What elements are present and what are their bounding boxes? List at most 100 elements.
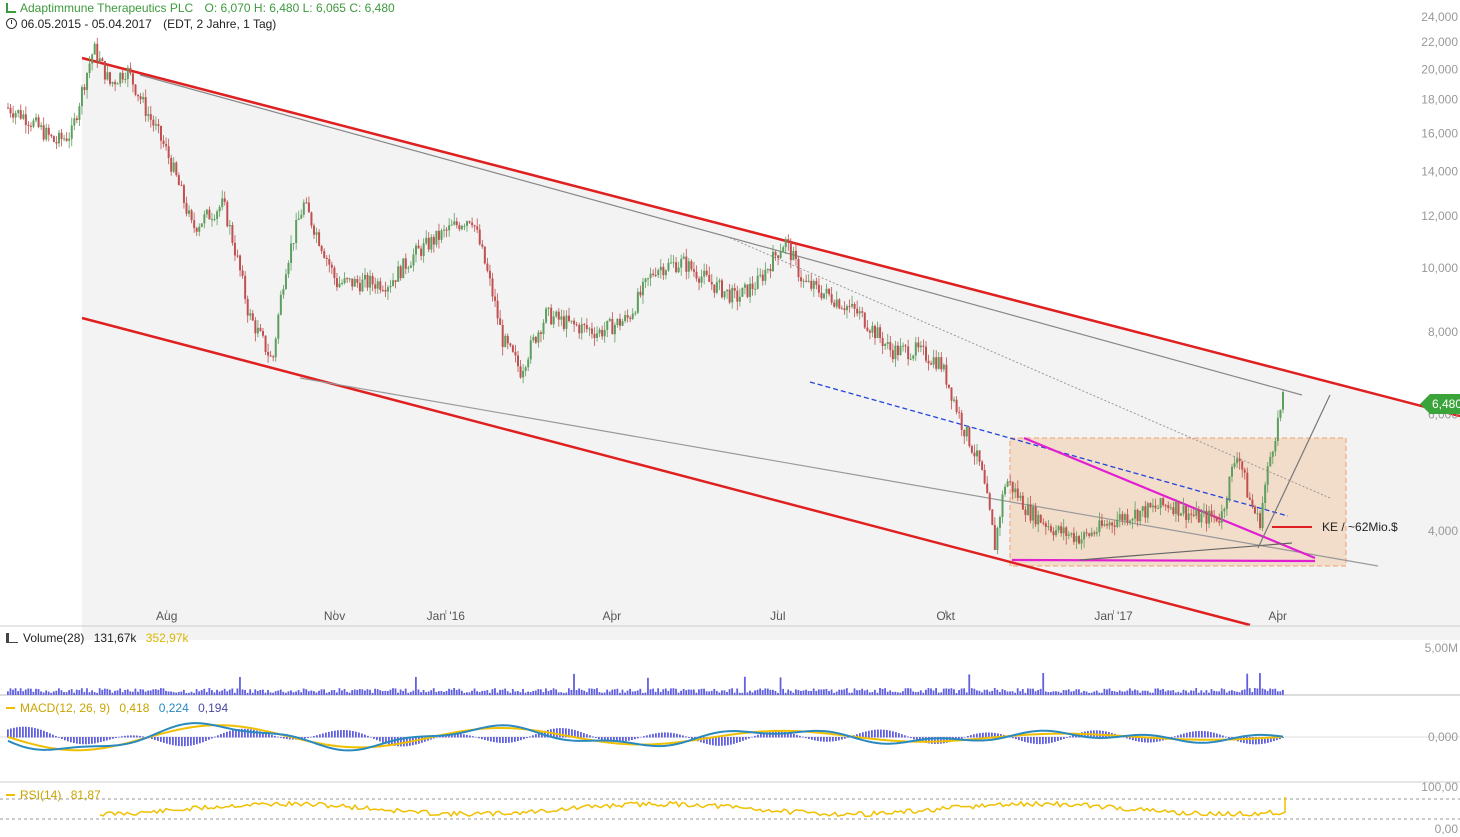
- candle-body: [335, 278, 338, 288]
- candle-body: [1172, 507, 1175, 514]
- macd-hist-bar: [976, 733, 978, 738]
- volume-bar: [157, 689, 160, 695]
- volume-bar: [14, 688, 17, 695]
- candle-body: [60, 132, 63, 140]
- candle-body: [1205, 510, 1208, 524]
- volume-bar: [1274, 688, 1277, 695]
- candle-body: [139, 96, 142, 100]
- volume-bar: [369, 689, 371, 695]
- macd-hist-bar: [508, 737, 510, 743]
- candle-body: [631, 313, 634, 319]
- price-tick-label: 20,000: [1421, 62, 1458, 76]
- volume-bar: [805, 689, 807, 695]
- candle-body: [1070, 533, 1073, 535]
- candle-body: [514, 351, 517, 356]
- volume-bar: [766, 688, 769, 695]
- candle-body: [358, 282, 361, 292]
- candle-body: [575, 324, 578, 326]
- volume-bar: [976, 690, 978, 695]
- candle-body: [1266, 466, 1269, 485]
- volume-bar: [925, 689, 927, 695]
- rsi-name: RSI(14): [20, 788, 62, 802]
- volume-bar: [802, 690, 805, 695]
- candle-body: [129, 67, 132, 74]
- macd-hist-bar: [1030, 737, 1032, 744]
- volume-bar: [1218, 691, 1221, 695]
- candle-body: [172, 162, 175, 172]
- volume-bar: [647, 677, 649, 695]
- candle-body: [272, 356, 275, 358]
- candle-body: [1169, 507, 1172, 509]
- candle-body: [1123, 514, 1126, 521]
- macd-hist-bar: [502, 737, 504, 744]
- candle-body: [807, 280, 810, 282]
- volume-bar: [328, 691, 331, 695]
- candle-body: [1180, 513, 1182, 516]
- volume-bar: [1210, 689, 1213, 695]
- volume-bar: [1024, 692, 1027, 695]
- volume-bar: [1259, 673, 1261, 695]
- volume-bar: [1032, 688, 1034, 695]
- volume-bar: [517, 691, 519, 695]
- volume-bar: [782, 688, 784, 695]
- candle-body: [330, 264, 333, 268]
- candle-body: [636, 291, 639, 313]
- candle-body: [504, 335, 507, 347]
- candle-body: [1136, 509, 1139, 522]
- candle-body: [343, 278, 346, 283]
- volume-bar: [101, 689, 104, 695]
- candle-body: [170, 157, 173, 172]
- volume-bar: [381, 691, 384, 695]
- macd-hist-bar: [283, 737, 285, 739]
- volume-bar: [626, 690, 629, 695]
- volume-bar: [965, 692, 968, 695]
- candle-body: [119, 72, 122, 84]
- macd-hist-bar: [640, 737, 642, 738]
- macd-hist-bar: [178, 737, 180, 747]
- macd-hist-bar: [127, 735, 129, 738]
- chart-settings[interactable]: (EDT, 2 Jahre, 1 Tag): [163, 17, 276, 31]
- macd-hist-bar: [61, 737, 63, 740]
- macd-hist-bar: [730, 737, 732, 745]
- volume-bar: [524, 692, 527, 695]
- candle-body: [37, 117, 40, 127]
- candle-body: [585, 325, 588, 329]
- candle-body: [254, 320, 257, 334]
- candle-body: [45, 127, 48, 140]
- candle-body: [682, 256, 685, 259]
- candle-body: [325, 257, 328, 260]
- macd-hist-bar: [880, 729, 882, 738]
- macd-hist-bar: [280, 737, 282, 738]
- candle-body: [902, 345, 905, 347]
- macd-hist-bar: [124, 735, 126, 738]
- candle-body: [180, 185, 183, 187]
- candle-body: [1192, 514, 1195, 516]
- macd-hist-bar: [70, 737, 72, 743]
- volume-bar: [912, 691, 915, 695]
- candle-body: [565, 315, 568, 329]
- macd-hist-bar: [181, 737, 183, 747]
- candle-body: [96, 43, 99, 62]
- rsi-pane: [0, 797, 1460, 820]
- volume-bar: [596, 688, 598, 695]
- candle-body: [922, 345, 925, 347]
- volume-bar: [1042, 673, 1045, 695]
- candle-body: [608, 318, 611, 321]
- candle-body: [386, 287, 389, 292]
- volume-bar: [407, 692, 410, 695]
- volume-bar: [945, 688, 948, 695]
- candle-body: [522, 370, 525, 378]
- macd-hist-bar: [865, 731, 867, 738]
- candle-body: [264, 335, 267, 353]
- macd-hist-bar: [799, 735, 801, 738]
- candle-body: [32, 120, 35, 127]
- candle-body: [606, 320, 609, 330]
- volume-bar: [300, 692, 303, 695]
- candle-body: [162, 140, 165, 145]
- candle-body: [787, 239, 790, 243]
- macd-hist-bar: [514, 737, 516, 742]
- candle-body: [103, 61, 106, 80]
- macd-hist-bar: [247, 728, 249, 738]
- volume-bar: [981, 692, 983, 695]
- candle-body: [968, 426, 971, 447]
